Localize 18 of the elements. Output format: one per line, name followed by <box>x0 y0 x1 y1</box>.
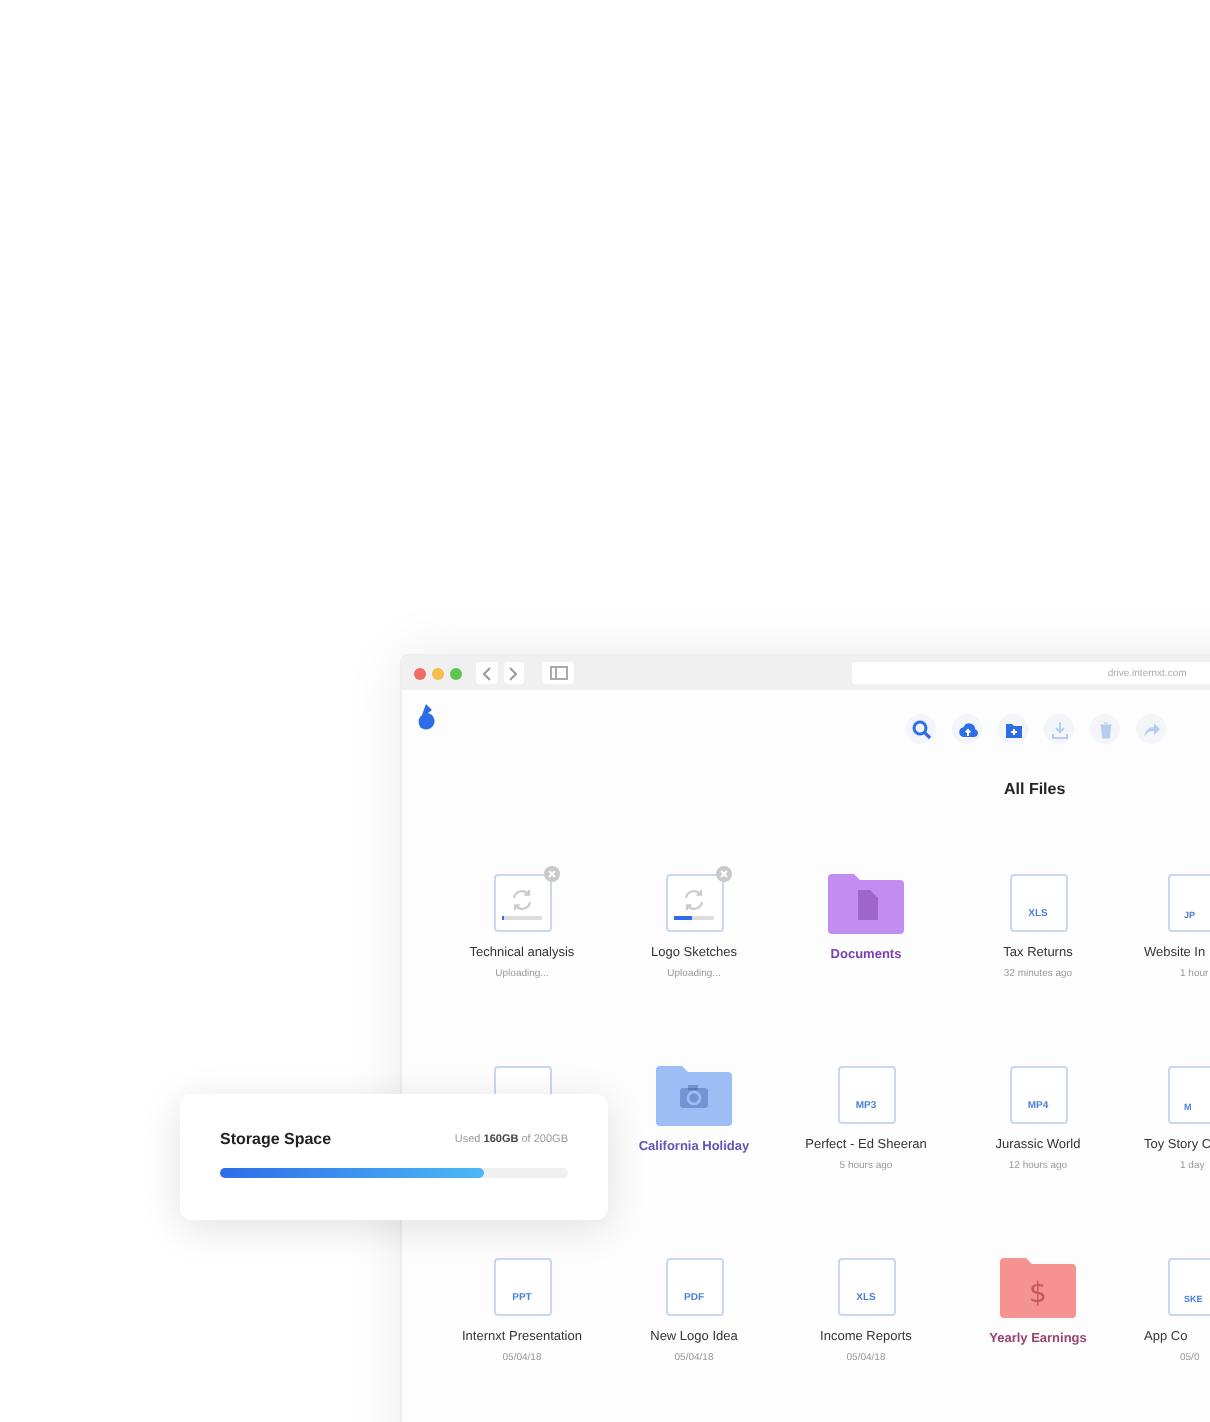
maximize-dot[interactable] <box>449 667 462 679</box>
close-dot[interactable] <box>414 667 426 679</box>
cancel-icon[interactable] <box>543 866 559 882</box>
minimize-dot[interactable] <box>431 667 444 679</box>
sync-icon <box>681 888 705 912</box>
photo-folder-icon[interactable] <box>654 1064 734 1128</box>
page-title: All Files <box>1004 780 1068 798</box>
cancel-icon[interactable] <box>715 866 731 882</box>
document-folder-icon[interactable] <box>826 872 906 936</box>
storage-title: Storage Space <box>220 1130 332 1148</box>
chevron-left-icon[interactable] <box>480 665 493 681</box>
logo-icon <box>418 704 438 730</box>
back-button[interactable] <box>475 662 498 684</box>
forward-button[interactable] <box>503 662 525 684</box>
sync-icon <box>509 888 533 912</box>
sidebar-button[interactable] <box>542 662 575 684</box>
chevron-right-icon[interactable] <box>507 665 520 681</box>
file-icon[interactable] <box>493 1066 551 1094</box>
